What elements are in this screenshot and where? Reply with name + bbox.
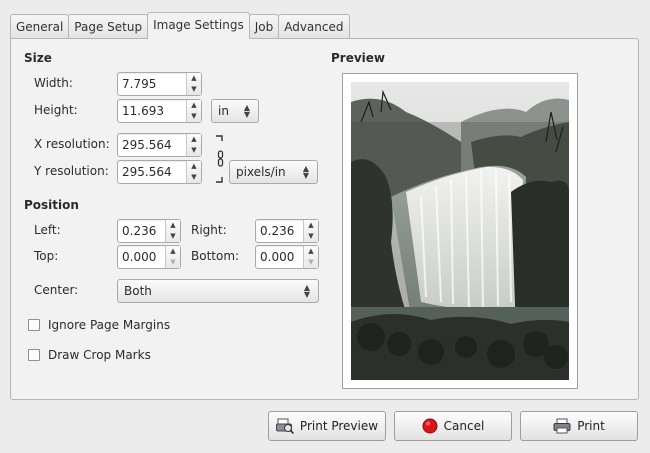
right-increment[interactable]: ▲ <box>304 220 318 231</box>
cancel-icon <box>422 418 438 434</box>
y-resolution-value[interactable]: 295.564 <box>118 161 186 183</box>
bottom-decrement[interactable]: ▼ <box>304 257 318 268</box>
left-label: Left: <box>34 223 61 237</box>
chain-link-icon[interactable] <box>215 135 225 183</box>
right-decrement[interactable]: ▼ <box>304 231 318 242</box>
tab-bar: General Page Setup Image Settings Job Ad… <box>10 12 350 39</box>
top-decrement[interactable]: ▼ <box>166 257 180 268</box>
center-label: Center: <box>34 283 79 297</box>
print-preview-label: Print Preview <box>299 419 379 433</box>
top-increment[interactable]: ▲ <box>166 246 180 257</box>
checkbox-box[interactable] <box>28 349 40 361</box>
center-select[interactable]: Both ▲ ▼ <box>117 279 319 303</box>
preview-page <box>342 73 578 389</box>
height-decrement[interactable]: ▼ <box>187 111 201 122</box>
print-preview-button[interactable]: Print Preview <box>268 411 386 441</box>
preview-waterfall-image <box>351 82 569 380</box>
height-label: Height: <box>34 103 78 117</box>
ignore-page-margins-label: Ignore Page Margins <box>48 318 171 332</box>
bottom-spinbox[interactable]: 0.000 ▲ ▼ <box>255 245 319 269</box>
height-increment[interactable]: ▲ <box>187 100 201 111</box>
print-label: Print <box>577 419 605 433</box>
left-spinbox[interactable]: 0.236 ▲ ▼ <box>117 219 181 243</box>
chevron-updown-icon: ▲ ▼ <box>303 283 311 299</box>
resolution-unit-select[interactable]: pixels/in ▲ ▼ <box>229 160 318 184</box>
top-spinbox[interactable]: 0.000 ▲ ▼ <box>117 245 181 269</box>
image-settings-panel: Size Width: 7.795 ▲ ▼ Height: 11.693 ▲ ▼ i… <box>10 38 639 400</box>
x-resolution-decrement[interactable]: ▼ <box>187 145 201 156</box>
tab-page-setup[interactable]: Page Setup <box>68 14 149 38</box>
draw-crop-marks-checkbox[interactable]: Draw Crop Marks <box>28 348 151 362</box>
x-resolution-spinbox[interactable]: 295.564 ▲ ▼ <box>117 133 202 157</box>
size-unit-value: in <box>218 104 229 118</box>
y-resolution-label: Y resolution: <box>34 164 109 178</box>
right-label: Right: <box>191 223 227 237</box>
preview-heading: Preview <box>331 51 386 65</box>
x-resolution-value[interactable]: 295.564 <box>118 134 186 156</box>
print-button[interactable]: Print <box>520 411 638 441</box>
printer-icon <box>553 418 571 434</box>
left-increment[interactable]: ▲ <box>166 220 180 231</box>
width-value[interactable]: 7.795 <box>118 73 186 95</box>
tab-advanced[interactable]: Advanced <box>278 14 350 38</box>
height-spinbox[interactable]: 11.693 ▲ ▼ <box>117 99 202 123</box>
left-decrement[interactable]: ▼ <box>166 231 180 242</box>
right-value[interactable]: 0.236 <box>256 220 303 242</box>
size-heading: Size <box>24 51 52 65</box>
center-value: Both <box>124 284 152 298</box>
width-decrement[interactable]: ▼ <box>187 84 201 95</box>
tab-image-settings[interactable]: Image Settings <box>147 12 250 39</box>
width-spinbox[interactable]: 7.795 ▲ ▼ <box>117 72 202 96</box>
position-heading: Position <box>24 198 79 212</box>
size-unit-select[interactable]: in ▲ ▼ <box>211 99 259 123</box>
tab-job[interactable]: Job <box>248 14 280 38</box>
right-spinbox[interactable]: 0.236 ▲ ▼ <box>255 219 319 243</box>
y-resolution-decrement[interactable]: ▼ <box>187 172 201 183</box>
y-resolution-increment[interactable]: ▲ <box>187 161 201 172</box>
left-value[interactable]: 0.236 <box>118 220 165 242</box>
width-label: Width: <box>34 76 73 90</box>
x-resolution-label: X resolution: <box>34 137 110 151</box>
draw-crop-marks-label: Draw Crop Marks <box>48 348 151 362</box>
bottom-value[interactable]: 0.000 <box>256 246 303 268</box>
chevron-updown-icon: ▲ ▼ <box>302 164 310 180</box>
x-resolution-increment[interactable]: ▲ <box>187 134 201 145</box>
print-preview-icon <box>275 418 294 434</box>
resolution-unit-value: pixels/in <box>236 165 286 179</box>
cancel-button[interactable]: Cancel <box>394 411 512 441</box>
cancel-label: Cancel <box>443 419 485 433</box>
ignore-page-margins-checkbox[interactable]: Ignore Page Margins <box>28 318 170 332</box>
bottom-increment[interactable]: ▲ <box>304 246 318 257</box>
y-resolution-spinbox[interactable]: 295.564 ▲ ▼ <box>117 160 202 184</box>
checkbox-box[interactable] <box>28 319 40 331</box>
width-increment[interactable]: ▲ <box>187 73 201 84</box>
tab-general[interactable]: General <box>10 14 70 38</box>
top-value[interactable]: 0.000 <box>118 246 165 268</box>
bottom-label: Bottom: <box>191 249 240 263</box>
height-value[interactable]: 11.693 <box>118 100 186 122</box>
top-label: Top: <box>34 249 59 263</box>
chevron-updown-icon: ▲ ▼ <box>243 103 251 119</box>
